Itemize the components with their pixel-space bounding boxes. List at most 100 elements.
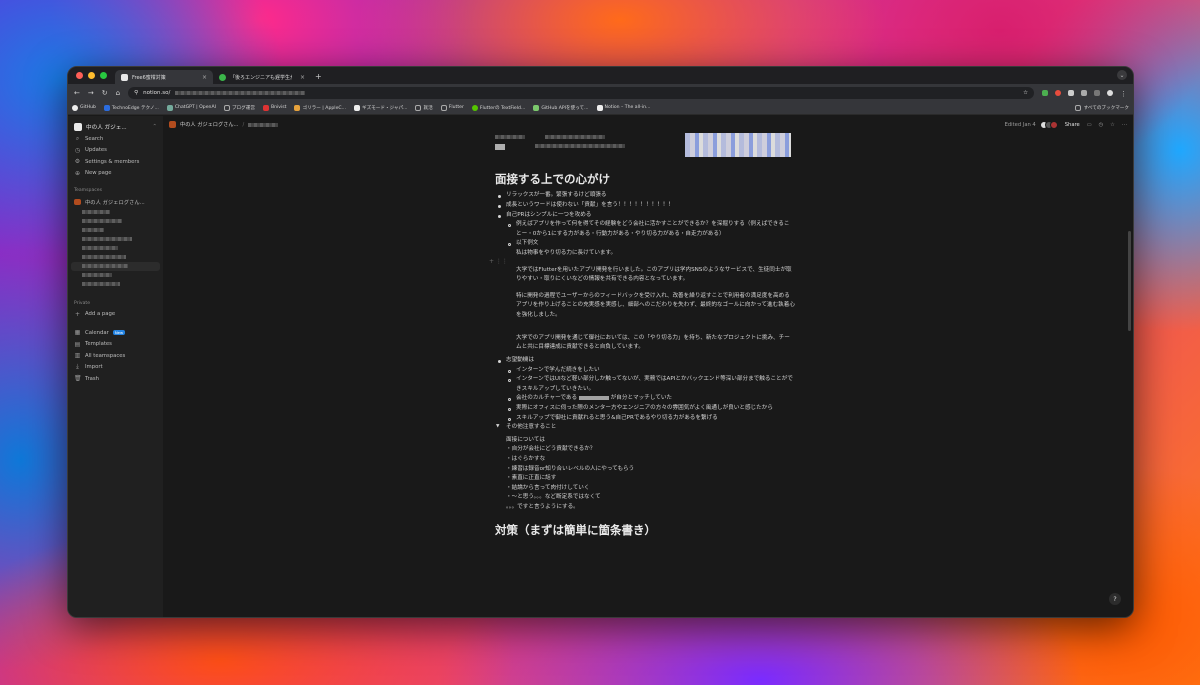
bookmark-github-api[interactable]: GitHub APIを使って... [533,104,589,111]
tab-title: 「後ろエンジニアも遅学生が紹介 [230,74,292,81]
sidebar-page-selected[interactable] [71,261,160,271]
sidebar-page[interactable] [68,271,163,280]
sub-bullet-text: 私は物事をやり切る力に長けています。 [516,250,617,257]
sidebar-page[interactable] [68,235,163,244]
sidebar-page[interactable] [68,226,163,235]
minimize-window-button[interactable] [88,72,95,79]
breadcrumb[interactable]: 中の人 ガジェログさん... [180,121,238,128]
sidebar-item-label: Add a page [85,311,116,318]
bookmark-bnivist[interactable]: Bnivist [262,104,286,111]
forward-icon[interactable]: → [88,89,94,97]
sidebar-page[interactable] [68,253,163,262]
extension-icon[interactable] [1042,89,1048,96]
bookmark-folder[interactable]: 就活 [415,104,433,111]
close-tab-icon[interactable]: × [300,74,305,81]
import-icon: ⤓ [76,363,79,371]
note-line: 。。。ですと言うようにする。 [506,504,579,511]
bookmark-technoedge[interactable]: TechnoEdge テクノ... [103,104,159,111]
site-info-icon[interactable]: ⚲ [134,90,138,96]
notion-app: 中の人 ガジェ... ⌃ ⌕ Search ◷ Updates ⚙ Settings … [68,116,1133,617]
bookmark-label: 就活 [423,105,433,111]
workspace-name: 中の人 ガジェ... [86,125,127,131]
sidebar-item-label: All teamspaces [85,352,126,359]
notes-title: 面接については [506,436,545,443]
bookmark-notion[interactable]: Notion – The all-in... [596,104,650,111]
sub-bullet-item: インターンではUIなど軽い部分しか触ってないが、実務ではAPIとかバックエンド等… [495,375,795,394]
sidebar: 中の人 ガジェ... ⌃ ⌕ Search ◷ Updates ⚙ Settings … [68,116,163,617]
sidebar-item-import[interactable]: ⤓ Import [68,362,163,374]
sidebar-add-page[interactable]: + Add a page [68,309,163,321]
back-icon[interactable]: ← [74,89,80,97]
sidebar-page[interactable] [68,208,163,217]
trash-icon: 🗑 [74,375,82,383]
reload-icon[interactable]: ↻ [102,89,108,97]
menu-icon[interactable]: ⋮ [1120,90,1127,98]
new-tab-button[interactable]: + [311,72,326,84]
share-button[interactable]: Share [1065,122,1080,128]
sidebar-item-settings[interactable]: ⚙ Settings & members [68,156,163,168]
drag-handle-icon[interactable]: + ⋮⋮ [489,257,508,267]
workspace-avatar [74,123,82,131]
home-icon[interactable]: ⌂ [116,89,120,97]
sub-bullet-item: インターンで学んだ続きをしたい [495,366,795,376]
note-line: ・〜と思う。。。など断定系ではなくて [506,494,601,501]
more-icon[interactable]: ⋯ [1122,122,1127,128]
browser-tab[interactable]: 「後ろエンジニアも遅学生が紹介 × [213,70,311,84]
bookmark-star-icon[interactable]: ☆ [1023,90,1028,96]
bullet-item: 自己PRはシンプルに一つを攻める [495,211,795,221]
plus-icon: ⊕ [74,169,81,177]
sidebar-page[interactable] [68,244,163,253]
sidepanel-icon[interactable] [1094,89,1100,96]
sidebar-page[interactable] [68,217,163,226]
bookmark-folder[interactable]: Flutter [440,104,464,111]
github-icon [72,104,78,111]
all-bookmarks[interactable]: すべてのブックマーク [1074,104,1129,111]
sidebar-item-templates[interactable]: ▤ Templates [68,339,163,351]
folder-icon [223,104,230,111]
zoom-window-button[interactable] [100,72,107,79]
sidebar-item-label: Templates [85,341,112,348]
puzzle-icon[interactable] [1081,89,1087,96]
tab-search-icon[interactable]: ⌄ [1117,70,1127,80]
bookmark-gorilla[interactable]: ゴリラー | AppleC... [294,104,346,111]
profile-avatar[interactable] [1107,89,1113,96]
bookmark-label: TechnoEdge テクノ... [111,105,159,111]
bookmark-folder[interactable]: ブログ運営 [223,104,255,111]
workspace-switcher[interactable]: 中の人 ガジェ... ⌃ [68,121,163,133]
sub-bullet-item: 実際にオフィスに伺った際のメンター方やエンジニアの方々の雰囲気がよく風通しが良い… [495,404,795,414]
extension-icon[interactable] [1068,89,1074,96]
comment-icon[interactable]: ▭ [1087,122,1092,128]
bookmark-flutter-textfield[interactable]: Flutterの TextField... [471,104,525,111]
note-line: ・はぐらかすな [506,456,546,463]
favorite-star-icon[interactable]: ☆ [1110,122,1115,128]
close-window-button[interactable] [76,72,83,79]
redacted-url [175,90,306,95]
history-icon[interactable]: ◷ [1099,122,1104,128]
collaborator-avatars[interactable] [1039,120,1058,129]
bookmark-gizmodo[interactable]: ギズモード・ジャパ... [353,104,407,111]
bullet-item: 成長というワードは使わない「貢献」を言う！！！！！！！！！！ [495,201,795,211]
sidebar-item-new-page[interactable]: ⊕ New page [68,168,163,180]
extension-icon[interactable] [1055,89,1061,96]
sidebar-item-all-teamspaces[interactable]: ▥ All teamspaces [68,350,163,362]
template-icon: ▤ [74,340,81,348]
browser-tab-active[interactable]: Free6蜜柑対策 × [115,70,213,84]
sidebar-item-updates[interactable]: ◷ Updates [68,145,163,157]
help-button[interactable]: ? [1109,593,1121,605]
address-bar[interactable]: ⚲ notion.so/ ☆ [128,86,1034,99]
redacted-image [685,133,791,157]
bookmark-label: GitHub [80,105,96,110]
bookmark-chatgpt[interactable]: ChatGPT | OpenAI [166,104,216,111]
bookmark-github[interactable]: GitHub [72,104,96,111]
sidebar-teamspace[interactable]: 中の人 ガジェログさん... [68,196,163,208]
sidebar-item-trash[interactable]: 🗑 Trash [68,373,163,385]
heading-1: 面接する上での心がけ [495,172,610,186]
breadcrumb-page[interactable] [248,122,279,127]
toggle-block[interactable]: その他注意すること [495,423,795,433]
redacted-content [495,133,675,155]
close-tab-icon[interactable]: × [202,74,207,81]
sidebar-page[interactable] [68,280,163,289]
sidebar-item-search[interactable]: ⌕ Search [68,133,163,145]
scrollbar[interactable] [1128,231,1131,331]
sidebar-item-calendar[interactable]: ▦ Calendar New [68,327,163,339]
